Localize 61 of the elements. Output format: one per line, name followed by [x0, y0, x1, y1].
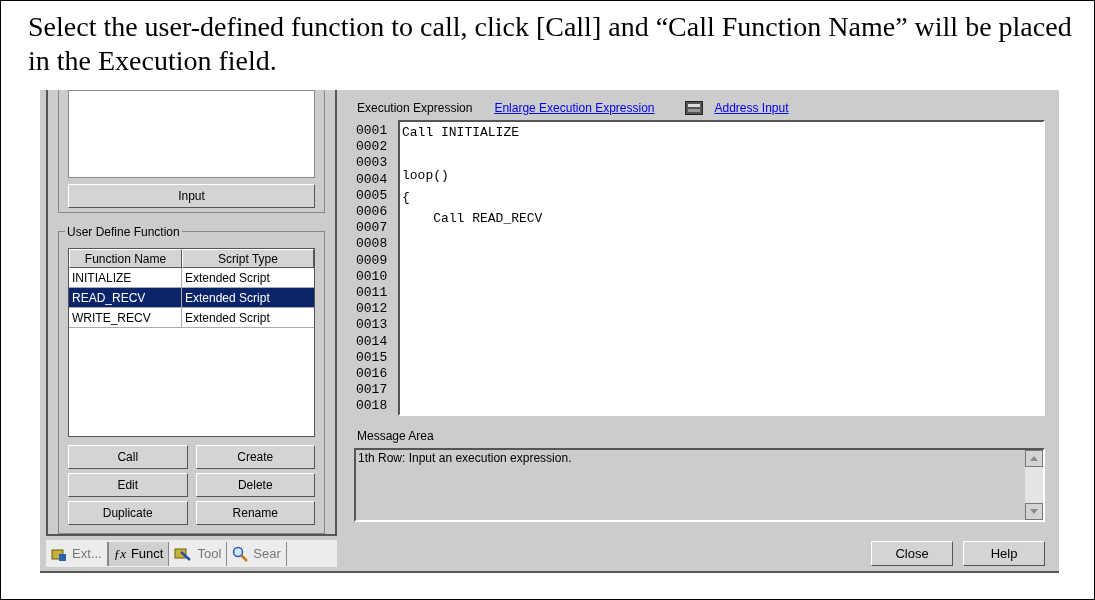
enlarge-link[interactable]: Enlarge Execution Expression [494, 99, 655, 117]
line-number: 0002 [356, 139, 389, 156]
execution-label: Execution Expression [357, 100, 473, 117]
panel-tab[interactable]: Tool [169, 541, 228, 566]
expression-editor[interactable]: Call INITIALIZE loop() { Call READ_RECV [398, 120, 1045, 416]
line-number: 0007 [356, 220, 389, 237]
line-number: 0005 [356, 187, 389, 204]
line-number: 0003 [356, 155, 389, 172]
line-number: 0015 [356, 349, 389, 367]
table-cell-text: Extended Script [184, 290, 271, 307]
line-number: 0013 [356, 317, 389, 334]
action-button[interactable]: Create [195, 445, 315, 469]
code-text: Call INITIALIZE loop() { Call READ_RECV [402, 124, 544, 228]
tab-label: Ext... [72, 544, 102, 563]
tool-icon [174, 546, 193, 561]
table-cell: READ_RECV [69, 288, 182, 307]
action-button[interactable]: Edit [68, 473, 188, 497]
table-row[interactable]: READ_RECV Extended Script [69, 288, 314, 308]
panel-tab[interactable]: Sear [227, 541, 287, 566]
message-label: Message Area [357, 428, 435, 444]
action-button[interactable]: Rename [195, 501, 315, 525]
line-number: 0017 [356, 382, 389, 399]
line-number: 0008 [356, 236, 389, 253]
line-number: 0012 [356, 301, 389, 318]
tab-label: Tool [197, 544, 222, 563]
dialog-button[interactable]: Help [963, 541, 1045, 566]
calculator-icon[interactable] [684, 101, 703, 115]
panel-tab[interactable]: ƒx Funct [107, 541, 170, 566]
action-button[interactable]: Duplicate [68, 501, 188, 525]
column-header[interactable]: Function Name [69, 249, 182, 268]
line-number: 0009 [356, 252, 389, 269]
tab-label: Sear [253, 544, 281, 563]
table-cell-text: Extended Script [184, 310, 271, 327]
caption-text: Select the user-defined function to call, click [Call] and “Call Function Name” will be placed in the Execution field. [27, 10, 1073, 78]
table-row[interactable]: WRITE_RECV Extended Script [69, 308, 314, 328]
line-number: 0011 [356, 285, 389, 302]
panel-tab[interactable]: Ext... [46, 541, 108, 566]
table-cell: WRITE_RECV [69, 308, 182, 327]
line-number: 0010 [356, 268, 389, 286]
line-number: 0016 [356, 366, 389, 383]
action-button[interactable]: Delete [195, 473, 315, 497]
line-number: 0018 [356, 398, 389, 415]
line-number: 0014 [356, 333, 389, 350]
line-number: 0006 [356, 204, 389, 221]
script-icon [51, 546, 67, 561]
tab-label: Funct [130, 544, 164, 563]
dialog-button[interactable]: Close [871, 541, 953, 566]
scroll-down-icon[interactable] [1025, 503, 1043, 520]
function-icon: ƒx [113, 547, 126, 560]
input-button[interactable]: Input [68, 184, 315, 208]
address-link[interactable]: Address Input [714, 99, 789, 117]
table-cell-text: Extended Script [184, 270, 271, 287]
scroll-up-icon[interactable] [1025, 450, 1043, 467]
search-icon [232, 545, 249, 562]
line-number: 0001 [356, 123, 389, 140]
line-number: 0004 [356, 171, 389, 188]
table-cell: INITIALIZE [69, 268, 182, 287]
action-button[interactable]: Call [68, 445, 188, 469]
message-text: 1th Row: Input an execution expression. [357, 450, 573, 467]
column-header[interactable]: Script Type [182, 249, 314, 268]
table-row[interactable]: INITIALIZE Extended Script [69, 268, 314, 288]
